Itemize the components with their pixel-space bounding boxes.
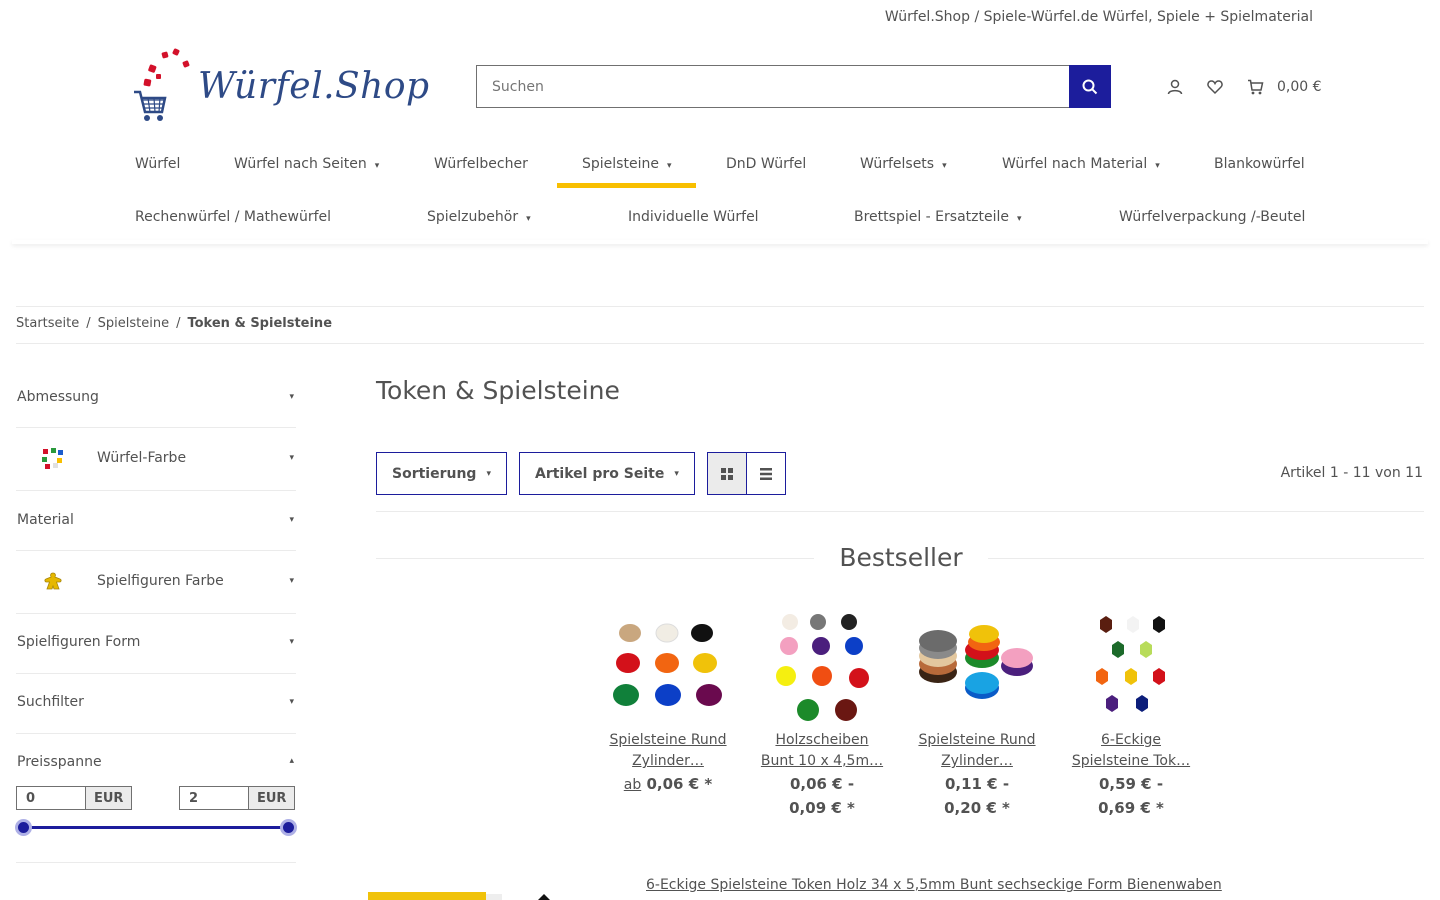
chevron-up-icon[interactable]: ▴: [289, 756, 294, 766]
price-min-field: EUR: [16, 786, 133, 810]
product-image[interactable]: [603, 606, 733, 726]
product-price: ab 0,06 € *: [623, 775, 713, 793]
nav-item-blankowuerfel[interactable]: Blankowürfel: [1214, 152, 1305, 192]
sort-button[interactable]: Sortierung ▾: [376, 452, 507, 495]
featured-product-link[interactable]: 6-Eckige Spielsteine Token Holz 34 x 5,5…: [646, 877, 1222, 893]
user-icon: [1167, 79, 1183, 95]
product-name[interactable]: Holzscheiben Bunt 10 x 4,5m…: [757, 730, 887, 772]
price-slider-max-handle[interactable]: [280, 819, 297, 836]
product-card[interactable]: Spielsteine Rund Zylinder… ab 0,06 € *: [603, 606, 733, 797]
filter-abmessung[interactable]: Abmessung ▾: [16, 367, 296, 428]
product-name[interactable]: Spielsteine Rund Zylinder…: [603, 730, 733, 772]
breadcrumb-separator: /: [86, 316, 91, 331]
cart-total[interactable]: 0,00 €: [1277, 79, 1322, 95]
price-max-field: EUR: [179, 786, 296, 810]
product-card[interactable]: 6-Eckige Spielsteine Tok… 0,59 € -0,69 € …: [1066, 606, 1196, 820]
nav-item-spielzubehoer[interactable]: Spielzubehör ▾: [427, 205, 531, 245]
filter-suchfilter[interactable]: Suchfilter ▾: [16, 674, 296, 734]
search-input[interactable]: [477, 66, 1071, 107]
breadcrumb-top-line: [16, 306, 1424, 307]
product-image[interactable]: [912, 606, 1042, 726]
topbar-tagline: Würfel.Shop / Spiele-Würfel.de Würfel, S…: [884, 9, 1313, 25]
heart-icon: [1207, 80, 1223, 95]
chevron-down-icon: ▾: [289, 576, 294, 586]
colored-dice-icon: [42, 448, 63, 469]
bestseller-heading: Bestseller: [814, 543, 988, 572]
nav-item-rechenwuerfel[interactable]: Rechenwürfel / Mathewürfel: [135, 205, 331, 245]
product-name[interactable]: 6-Eckige Spielsteine Tok…: [1066, 730, 1196, 772]
toolbar-divider: [376, 511, 1424, 512]
breadcrumb: Startseite / Spielsteine / Token & Spiel…: [16, 316, 332, 331]
product-price: 0,11 € -0,20 € *: [944, 775, 1010, 817]
breadcrumb-current: Token & Spielsteine: [187, 316, 333, 331]
chevron-down-icon: ▾: [674, 468, 679, 479]
nav-item-brettspiel-ersatzteile[interactable]: Brettspiel - Ersatzteile ▾: [854, 205, 1022, 245]
logo-dice-cart-icon: [134, 48, 190, 121]
breadcrumb-separator: /: [176, 316, 181, 331]
chevron-down-icon: ▾: [289, 515, 294, 525]
product-name[interactable]: Spielsteine Rund Zylinder…: [912, 730, 1042, 772]
shop-logo[interactable]: Würfel.Shop: [132, 48, 429, 128]
chevron-down-icon: ▾: [1155, 161, 1160, 171]
chevron-down-icon: ▾: [942, 161, 947, 171]
price-min-unit: EUR: [85, 787, 132, 809]
product-price: 0,06 € -0,09 € *: [789, 775, 855, 817]
chevron-down-icon: ▾: [289, 453, 294, 463]
meeple-icon: [44, 572, 62, 590]
page-title: Token & Spielsteine: [376, 376, 620, 405]
product-card[interactable]: Holzscheiben Bunt 10 x 4,5m… 0,06 € -0,09…: [757, 606, 887, 820]
grid-icon: [721, 467, 733, 480]
chevron-down-icon: ▾: [374, 161, 380, 171]
breadcrumb-spielsteine[interactable]: Spielsteine: [98, 316, 169, 331]
filter-spielfiguren-farbe[interactable]: Spielfiguren Farbe ▾: [16, 551, 296, 614]
chevron-down-icon: ▾: [526, 214, 531, 224]
featured-product-image[interactable]: [368, 890, 568, 900]
filter-material[interactable]: Material ▾: [16, 491, 296, 551]
price-min-input[interactable]: [17, 787, 85, 809]
product-price: 0,59 € -0,69 € *: [1098, 775, 1164, 817]
chevron-down-icon: ▾: [289, 637, 294, 647]
price-slider-min-handle[interactable]: [15, 819, 32, 836]
chevron-down-icon: ▾: [666, 161, 672, 171]
cart-icon: [1247, 79, 1263, 95]
product-image[interactable]: [757, 606, 887, 726]
wishlist-button[interactable]: [1195, 76, 1235, 98]
view-grid-button[interactable]: [707, 452, 747, 495]
view-list-button[interactable]: [746, 452, 786, 495]
nav-item-dnd-wuerfel[interactable]: DnD Würfel: [726, 152, 806, 192]
price-slider-track[interactable]: [24, 826, 288, 829]
chevron-down-icon: ▾: [289, 392, 294, 402]
breadcrumb-bottom-line: [16, 343, 1424, 344]
filter-spielfiguren-form[interactable]: Spielfiguren Form ▾: [16, 614, 296, 674]
product-card[interactable]: Spielsteine Rund Zylinder… 0,11 € -0,20 €…: [912, 606, 1042, 820]
price-max-unit: EUR: [248, 787, 295, 809]
list-icon: [760, 467, 772, 480]
nav-item-wuerfelsets[interactable]: Würfelsets ▾: [860, 152, 947, 192]
article-count: Artikel 1 - 11 von 11: [1280, 465, 1423, 481]
header-divider: [12, 240, 1428, 244]
nav-item-wuerfelbecher[interactable]: Würfelbecher: [434, 152, 528, 192]
nav-item-wuerfel-nach-material[interactable]: Würfel nach Material ▾: [1002, 152, 1160, 192]
nav-active-indicator: [557, 183, 696, 188]
cart-button[interactable]: [1235, 76, 1275, 98]
product-image[interactable]: [1066, 606, 1196, 726]
search-bar: [476, 65, 1111, 108]
nav-item-wuerfel[interactable]: Würfel: [135, 152, 180, 192]
search-button[interactable]: [1069, 65, 1111, 108]
per-page-button[interactable]: Artikel pro Seite ▾: [519, 452, 695, 495]
breadcrumb-home[interactable]: Startseite: [16, 316, 79, 331]
nav-item-individuelle-wuerfel[interactable]: Individuelle Würfel: [628, 205, 759, 245]
user-button[interactable]: [1155, 76, 1195, 98]
filter-wuerfel-farbe[interactable]: Würfel-Farbe ▾: [16, 428, 296, 491]
price-max-input[interactable]: [180, 787, 248, 809]
chevron-down-icon: ▾: [486, 468, 491, 479]
search-icon: [1082, 79, 1098, 94]
nav-item-wuerfelverpackung[interactable]: Würfelverpackung /-Beutel: [1119, 205, 1305, 245]
chevron-down-icon: ▾: [289, 697, 294, 707]
chevron-down-icon: ▾: [1016, 214, 1022, 224]
nav-item-wuerfel-nach-seiten[interactable]: Würfel nach Seiten ▾: [234, 152, 379, 192]
logo-text: Würfel.Shop: [198, 66, 430, 107]
header-actions: 0,00 €: [1155, 76, 1322, 98]
